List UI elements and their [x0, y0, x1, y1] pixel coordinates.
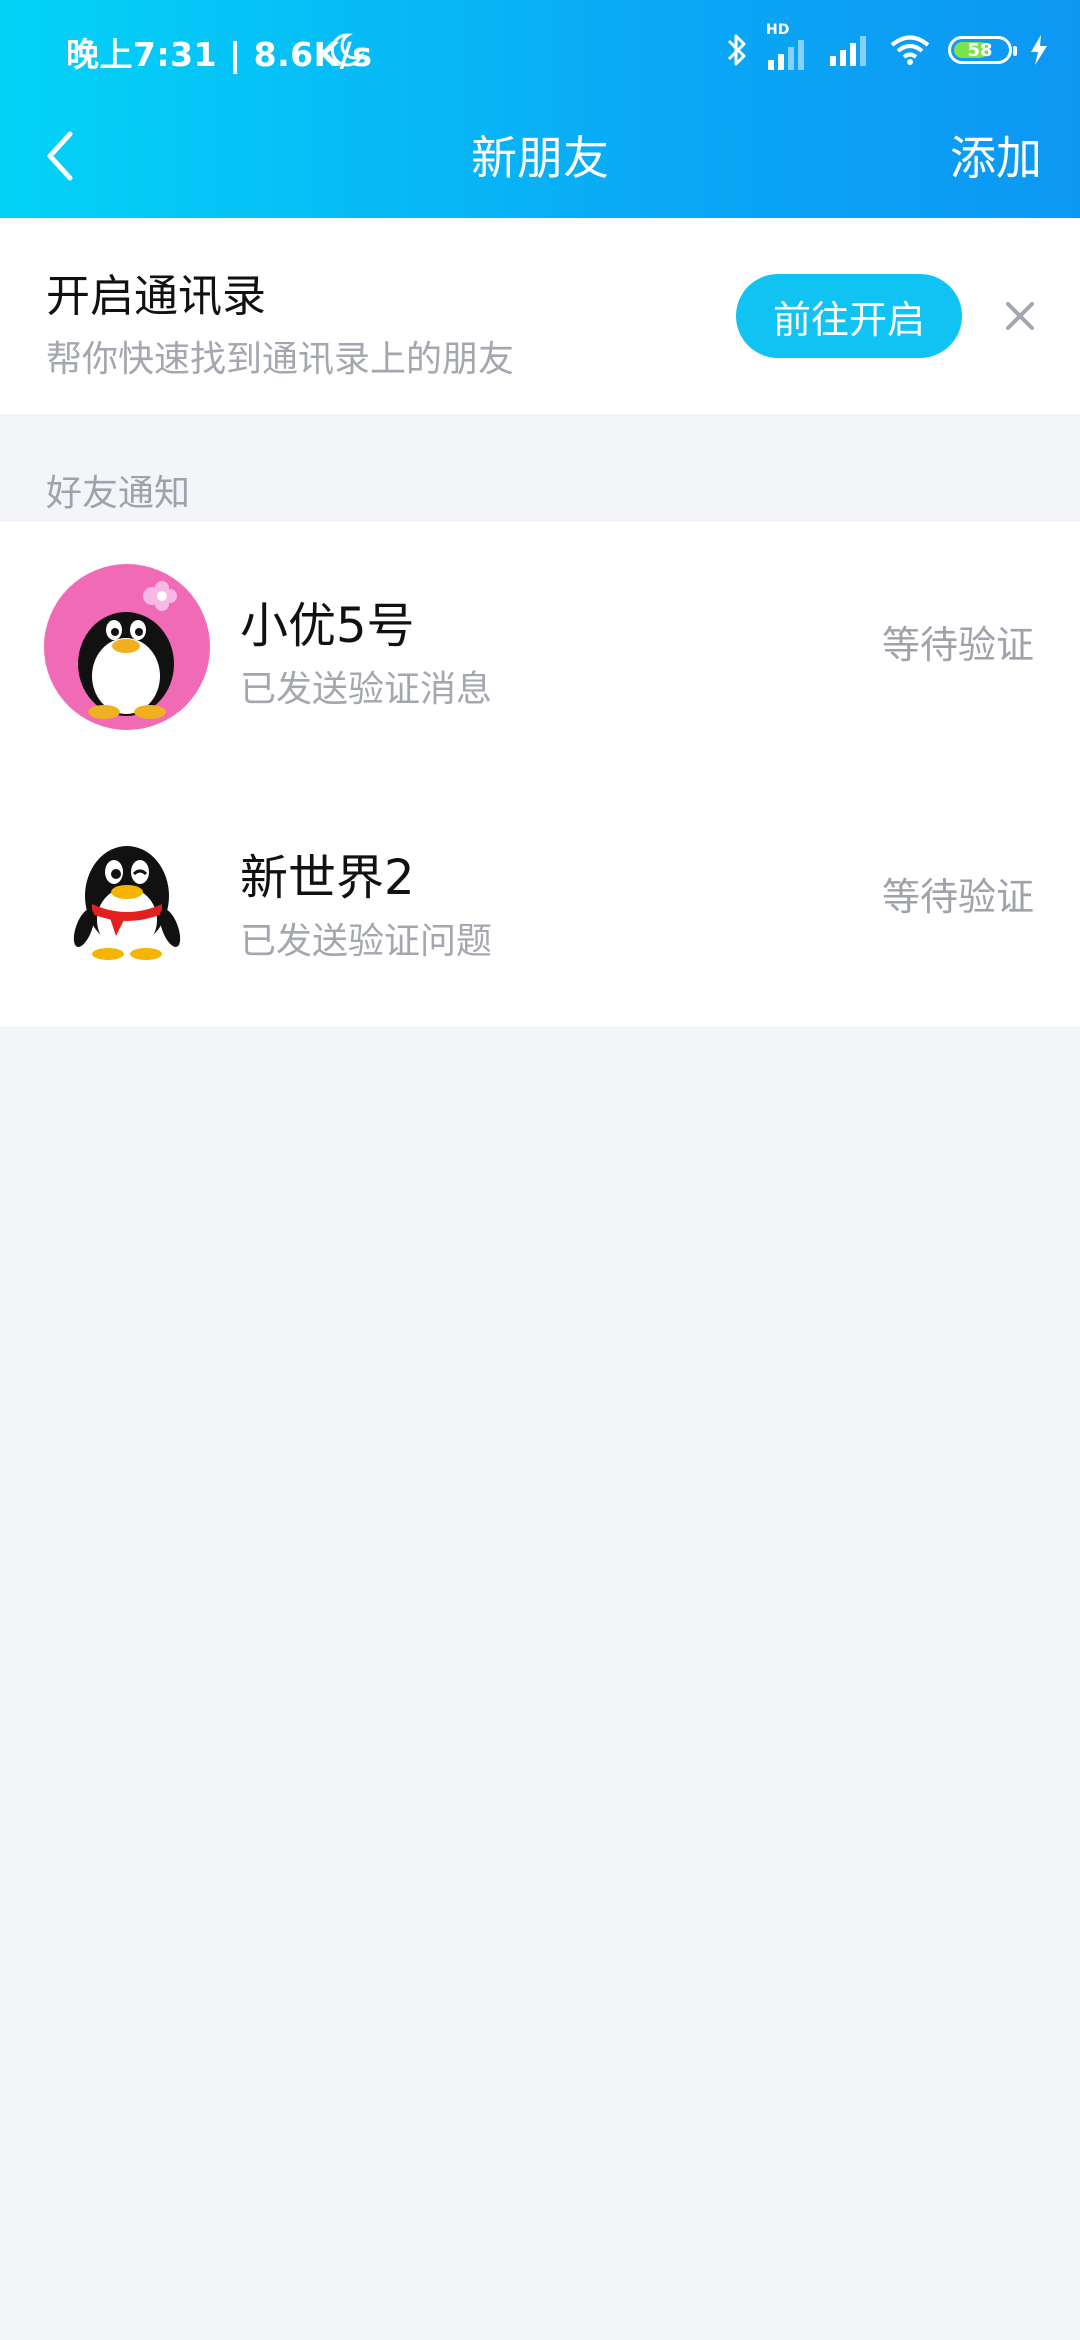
- contacts-banner-subtitle: 帮你快速找到通讯录上的朋友: [46, 339, 515, 380]
- status-bar: 晚上7:31 | 8.6K/s HD 58: [0, 0, 1080, 100]
- signal-icon: [830, 36, 866, 66]
- header: 晚上7:31 | 8.6K/s HD 58 新朋友 添加: [0, 0, 1080, 218]
- friend-desc: 已发送验证问题: [240, 921, 493, 962]
- contacts-banner-title: 开启通讯录: [46, 271, 266, 322]
- wifi-icon: [890, 35, 930, 65]
- battery-level: 58: [967, 39, 993, 61]
- enable-contacts-button[interactable]: 前往开启: [736, 274, 962, 358]
- qq-penguin-avatar: [44, 816, 210, 982]
- hd-label: HD: [766, 22, 790, 38]
- friend-status: 等待验证: [881, 623, 1034, 667]
- list-item[interactable]: 小优5号 已发送验证消息 等待验证: [0, 522, 1080, 774]
- hd-signal-icon: HD: [766, 22, 812, 70]
- friend-desc: 已发送验证消息: [240, 669, 493, 710]
- friend-name: 小优5号: [240, 598, 415, 654]
- section-label: 好友通知: [46, 473, 191, 514]
- battery-icon: 58: [948, 36, 1017, 64]
- friend-name: 新世界2: [240, 850, 415, 906]
- status-icons: HD 58: [726, 22, 1048, 72]
- list-item[interactable]: 新世界2 已发送验证问题 等待验证: [0, 774, 1080, 1026]
- pink-penguin-avatar: [44, 564, 210, 730]
- navigation-bar: 新朋友 添加: [0, 100, 1080, 218]
- page-title: 新朋友: [471, 131, 609, 185]
- charging-icon: [1031, 35, 1047, 65]
- add-button[interactable]: 添加: [950, 122, 1042, 188]
- friend-notification-list: 小优5号 已发送验证消息 等待验证 新世界2 已发送验证问题 等待验证: [0, 522, 1080, 1026]
- close-icon[interactable]: [1004, 300, 1036, 332]
- contacts-banner: 开启通讯录 帮你快速找到通讯录上的朋友 前往开启: [0, 218, 1080, 414]
- moon-icon: [330, 33, 365, 67]
- friend-status: 等待验证: [881, 875, 1034, 919]
- bluetooth-icon: [727, 34, 746, 66]
